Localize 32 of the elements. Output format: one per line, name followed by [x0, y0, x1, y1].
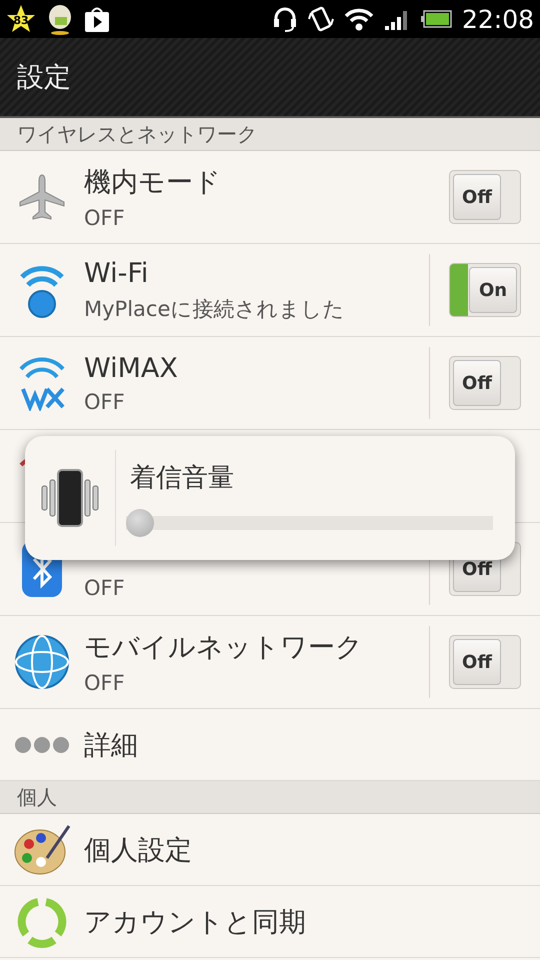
setting-title: Wi-Fi — [84, 258, 150, 288]
toggle-switch[interactable]: Off — [449, 635, 521, 689]
setting-title: モバイルネットワーク — [84, 631, 364, 665]
section-header: ワイヤレスとネットワーク — [0, 118, 540, 151]
setting-summary: OFF — [84, 576, 126, 600]
toggle-switch[interactable]: On — [449, 263, 521, 317]
globe-icon — [14, 634, 70, 690]
volume-title: 着信音量 — [129, 462, 235, 495]
setting-title: 詳細 — [84, 728, 139, 762]
setting-summary: OFF — [84, 390, 126, 414]
airplane-icon — [17, 172, 67, 222]
vibrate-icon — [308, 5, 334, 33]
setting-title: 機内モード — [84, 166, 222, 200]
dots-icon — [14, 734, 70, 754]
wifi-icon — [344, 6, 374, 32]
section-header: 個人 — [0, 781, 540, 814]
setting-summary: MyPlaceに接続されました — [84, 296, 346, 322]
star-icon — [6, 4, 36, 34]
setting-title: 個人設定 — [84, 834, 193, 868]
wimax-icon — [17, 355, 67, 411]
setting-summary: OFF — [84, 206, 126, 230]
battery-icon — [420, 9, 452, 29]
setting-summary: OFF — [84, 671, 126, 695]
notification-count: 83 — [13, 14, 29, 27]
toggle-switch[interactable]: Off — [449, 356, 521, 410]
toggle-switch[interactable]: Off — [449, 170, 521, 224]
headset-icon — [272, 5, 298, 33]
setting-title: WiMAX — [84, 352, 179, 384]
screen-title: 設定 — [17, 61, 71, 95]
setting-title: アカウントと同期 — [84, 906, 307, 940]
clock: 22:08 — [462, 4, 534, 34]
play-store-icon — [84, 5, 110, 33]
